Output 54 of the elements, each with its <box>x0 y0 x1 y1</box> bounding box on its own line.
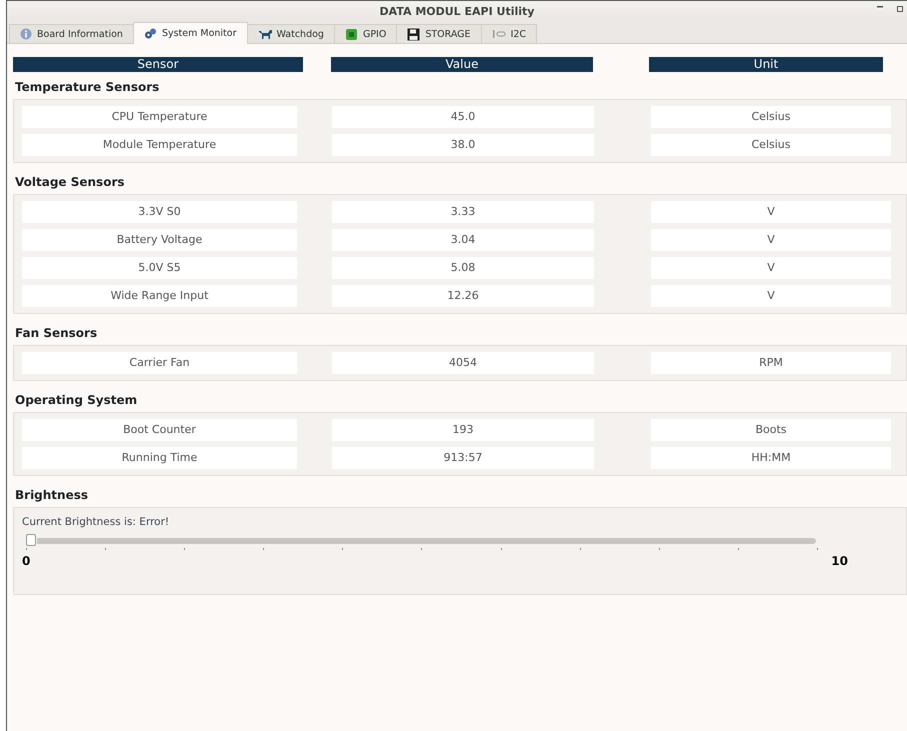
tab[interactable]: STORAGE <box>396 24 482 43</box>
section-title: Fan Sensors <box>14 325 98 342</box>
section-title: Operating System <box>14 392 138 409</box>
table-cell: 5.08 <box>332 257 594 279</box>
table-cell: Boots <box>651 419 891 441</box>
table-cell: Celsius <box>651 106 891 128</box>
tab[interactable]: Watchdog <box>246 24 335 43</box>
section-title: Voltage Sensors <box>14 174 126 191</box>
column-header: Sensor <box>13 57 303 72</box>
tab[interactable]: GPIO <box>334 24 398 43</box>
table-cell: Wide Range Input <box>22 285 297 307</box>
tab[interactable]: System Monitor <box>132 22 248 44</box>
table-cell: HH:MM <box>651 447 891 469</box>
max-label: 10 <box>831 554 848 568</box>
column-header: Unit <box>649 57 883 72</box>
table-cell: V <box>651 201 891 223</box>
table-cell: V <box>651 285 891 307</box>
table-cell: 193 <box>332 419 594 441</box>
table-cell: 38.0 <box>332 134 594 156</box>
table-cell: RPM <box>651 352 891 374</box>
info-icon <box>20 28 32 40</box>
table-cell: CPU Temperature <box>22 106 297 128</box>
slider-thumb[interactable] <box>26 534 36 546</box>
table-cell: 4054 <box>332 352 594 374</box>
dog-icon <box>258 28 272 40</box>
window-title: DATA MODUL EAPI Utility <box>380 4 534 18</box>
slider-groove[interactable] <box>37 538 816 544</box>
status-text: Current Brightness is: Error! <box>22 516 170 528</box>
table-cell: 45.0 <box>332 106 594 128</box>
table-cell: Boot Counter <box>22 419 297 441</box>
table-cell: Battery Voltage <box>22 229 297 251</box>
table-cell: Module Temperature <box>22 134 297 156</box>
tab[interactable]: Board Information <box>9 24 134 43</box>
tab[interactable]: I2C <box>480 24 538 43</box>
column-header: Value <box>331 57 593 72</box>
table-cell: 5.0V S5 <box>22 257 297 279</box>
maximize-icon[interactable] <box>897 6 903 12</box>
floppy-icon <box>407 28 420 40</box>
section-title: Temperature Sensors <box>14 79 160 96</box>
bus-icon <box>492 29 506 39</box>
table-cell: V <box>651 229 891 251</box>
table-cell: 3.3V S0 <box>22 201 297 223</box>
minimize-icon[interactable] <box>877 6 883 8</box>
min-label: 0 <box>22 554 30 568</box>
table-cell: 3.33 <box>332 201 594 223</box>
section-title: Brightness <box>14 487 90 504</box>
table-cell: 12.26 <box>332 285 594 307</box>
table-cell: 913:57 <box>332 447 594 469</box>
table-cell: Celsius <box>651 134 891 156</box>
table-cell: 3.04 <box>332 229 594 251</box>
chip-icon <box>344 28 358 40</box>
table-cell: Running Time <box>22 447 297 469</box>
table-cell: V <box>651 257 891 279</box>
table-cell: Carrier Fan <box>22 352 297 374</box>
